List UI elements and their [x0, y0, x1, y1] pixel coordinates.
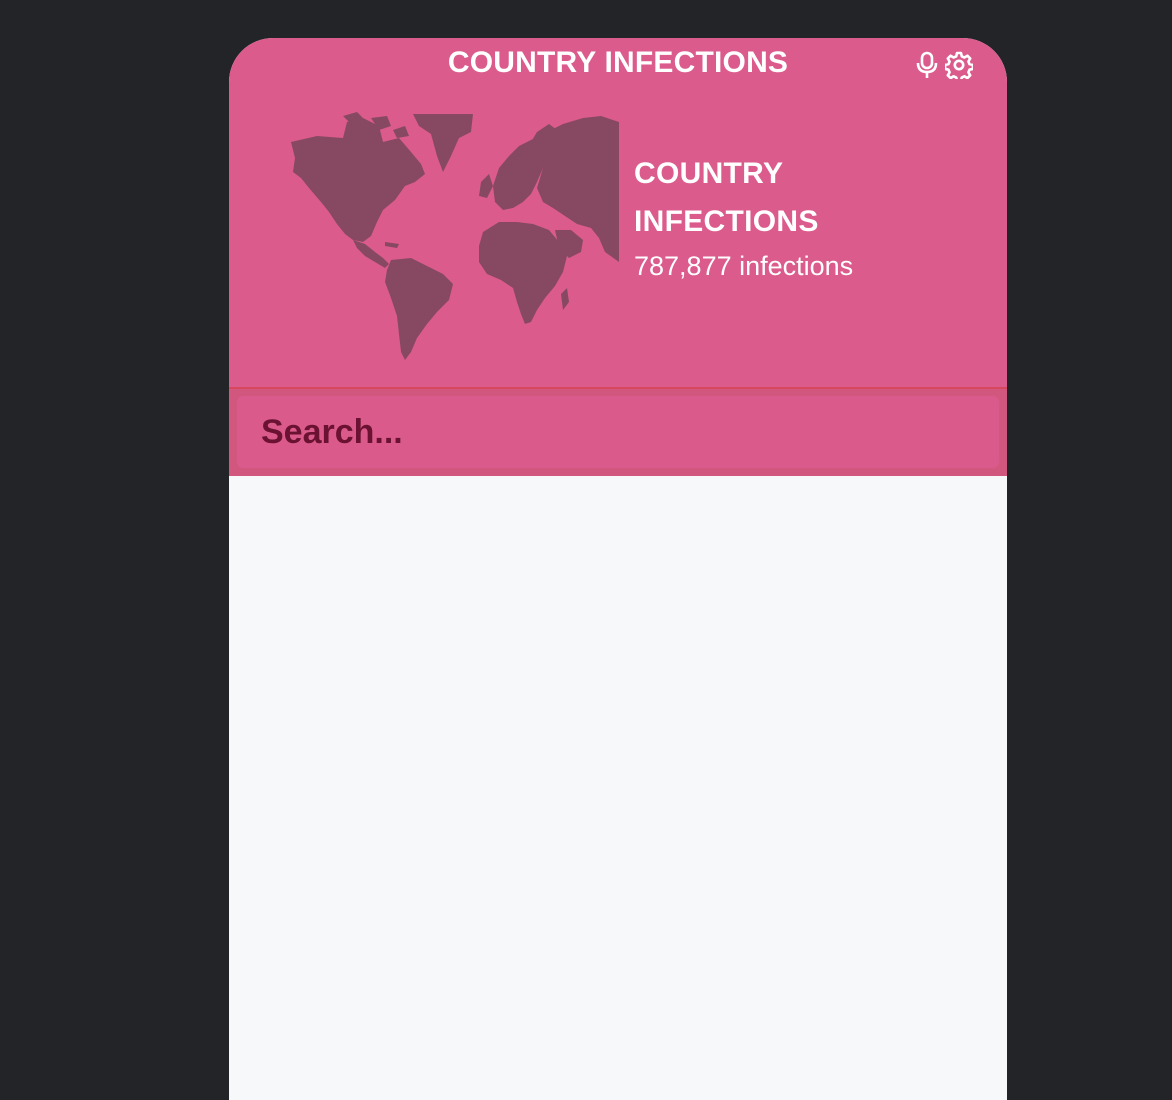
hero-title: COUNTRY INFECTIONS [634, 157, 819, 238]
header: COUNTRY INFECTIONS COUNTRY INFECTIONS 78… [229, 38, 1007, 389]
app-screen: COUNTRY INFECTIONS COUNTRY INFECTIONS 78… [229, 38, 1007, 1100]
country-list [229, 476, 1007, 1100]
microphone-icon[interactable] [913, 51, 941, 79]
search-bar [229, 389, 1007, 476]
world-map-icon [287, 112, 619, 362]
app-title: COUNTRY INFECTIONS [447, 46, 789, 79]
hero-summary: COUNTRY INFECTIONS 787,877 infections [634, 150, 854, 284]
search-input[interactable] [237, 396, 999, 468]
gear-icon[interactable] [945, 51, 973, 79]
infection-count: 787,877 infections [634, 251, 854, 281]
